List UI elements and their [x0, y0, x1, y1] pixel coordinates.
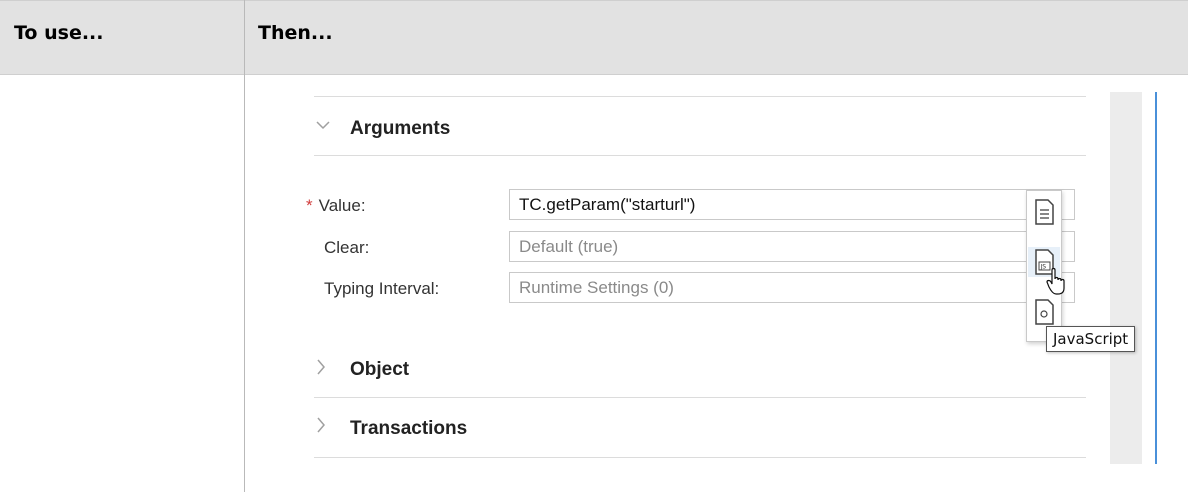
section-divider: [314, 96, 1086, 97]
arguments-section-title[interactable]: Arguments: [350, 118, 450, 140]
side-scroll-strip[interactable]: [1110, 92, 1142, 464]
column-divider: [244, 0, 245, 492]
value-field[interactable]: TC.getParam("starturl"): [509, 189, 1075, 220]
clear-select-text: Default (true): [519, 237, 619, 256]
chevron-right-icon[interactable]: [316, 417, 326, 438]
step-properties-screenshot: Arguments * Value: TC.getParam("starturl"…: [294, 76, 1188, 492]
value-field-text: TC.getParam("starturl"): [519, 195, 696, 214]
chevron-down-icon[interactable]: [316, 117, 330, 135]
object-section-title[interactable]: Object: [350, 359, 409, 381]
section-divider: [314, 397, 1086, 398]
section-divider: [314, 155, 1086, 156]
clear-label: Clear:: [324, 238, 370, 257]
required-star: *: [306, 196, 313, 215]
value-label-text: Value:: [318, 196, 366, 215]
typing-interval-field[interactable]: Runtime Settings (0): [509, 272, 1075, 303]
section-divider: [314, 457, 1086, 458]
clear-select[interactable]: Default (true): [509, 231, 1075, 262]
focus-line: [1155, 92, 1157, 464]
mouse-cursor-icon: [1046, 266, 1068, 301]
chevron-right-icon[interactable]: [316, 359, 326, 380]
javascript-tooltip: JavaScript: [1046, 326, 1136, 352]
typing-interval-label: Typing Interval:: [324, 279, 440, 298]
value-label: * Value:: [306, 196, 366, 216]
transactions-section-title[interactable]: Transactions: [350, 418, 467, 440]
doc-table: To use... Then... Arguments * Value: TC.g…: [0, 0, 1188, 492]
col-header-then: Then...: [258, 22, 333, 44]
table-header-row: To use... Then...: [0, 0, 1188, 75]
text-value-icon[interactable]: [1031, 197, 1057, 227]
parameter-icon[interactable]: [1031, 297, 1057, 327]
col-header-to-use: To use...: [14, 22, 104, 44]
typing-interval-text: Runtime Settings (0): [519, 278, 674, 297]
